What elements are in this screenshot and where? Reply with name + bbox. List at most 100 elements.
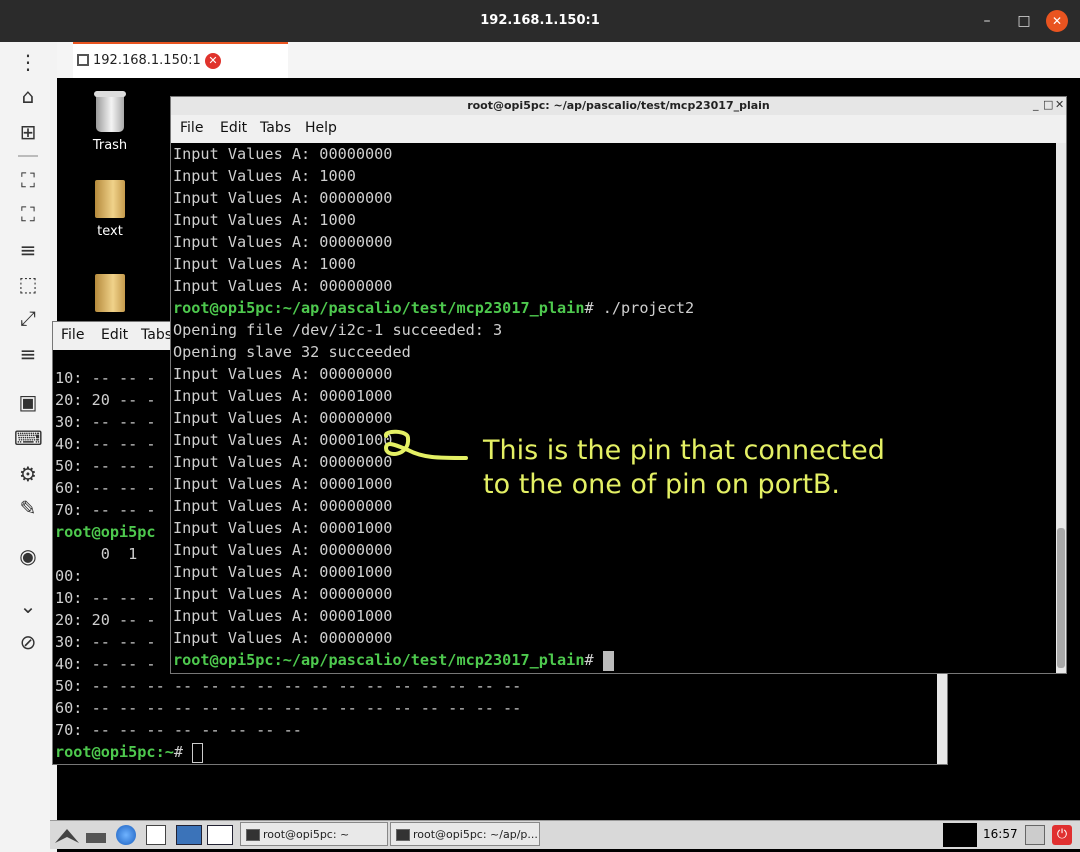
terminal-line: Input Values A: 1000 bbox=[173, 165, 356, 187]
close-icon[interactable]: ✕ bbox=[1055, 98, 1064, 111]
menu-tabs[interactable]: Tabs bbox=[260, 120, 291, 136]
terminal-prompt-line[interactable]: root@opi5pc:~# bbox=[55, 741, 204, 763]
terminal-line: 40: -- -- - bbox=[55, 433, 156, 455]
power-icon[interactable]: ⏻ bbox=[1052, 825, 1072, 845]
scale-icon[interactable]: ⤢ bbox=[14, 304, 42, 332]
keyboard-icon[interactable]: ⌨ bbox=[14, 424, 43, 452]
terminal-line: Input Values A: 1000 bbox=[173, 209, 356, 231]
menu-edit[interactable]: Edit bbox=[220, 120, 247, 136]
menu-edit[interactable]: Edit bbox=[101, 327, 128, 343]
taskbar-item-terminal[interactable]: root@opi5pc: ~ bbox=[240, 822, 388, 846]
terminal-line: Input Values A: 00000000 bbox=[173, 363, 392, 385]
workspace-icon[interactable] bbox=[176, 825, 202, 845]
prompt-text: root@opi5pc:~/ap/pascalio/test/mcp23017_… bbox=[173, 651, 585, 669]
prompt-suffix: # bbox=[584, 651, 603, 669]
line-text: Input Values A: 00000000 bbox=[173, 629, 393, 647]
home-icon[interactable]: ⌂ bbox=[14, 82, 42, 110]
prompt-text: root@opi5pc bbox=[55, 523, 156, 541]
resize-icon[interactable]: ⬚ bbox=[14, 270, 42, 298]
menu-help[interactable]: Help bbox=[305, 120, 337, 136]
terminal-line: Input Values A: 00001000 bbox=[173, 473, 392, 495]
line-text: Input Values A: 1000 bbox=[173, 167, 356, 185]
taskbar-item-terminal[interactable]: root@opi5pc: ~/ap/p... bbox=[390, 822, 540, 846]
terminal-window-front[interactable]: root@opi5pc: ~/ap/pascalio/test/mcp23017… bbox=[170, 96, 1067, 674]
terminal-line: Input Values A: 00000000 bbox=[173, 495, 392, 517]
minimize-icon[interactable]: _ bbox=[1033, 98, 1039, 111]
desktop-icon-label: Trash bbox=[92, 138, 128, 153]
line-text: 60: -- -- - bbox=[55, 479, 156, 497]
file-manager-icon[interactable] bbox=[146, 825, 166, 845]
terminal-line: Input Values A: 00001000 bbox=[173, 429, 392, 451]
collapse-icon[interactable]: ⌄ bbox=[14, 592, 42, 620]
terminal-line: 00: bbox=[55, 565, 82, 587]
tab-connection[interactable]: 192.168.1.150:1 ✕ bbox=[73, 42, 288, 78]
screenshot-icon[interactable]: ◉ bbox=[14, 542, 42, 570]
annotation-line: to the one of pin on portB. bbox=[483, 469, 841, 500]
close-tab-icon[interactable]: ✕ bbox=[205, 53, 221, 69]
lock-icon[interactable] bbox=[1025, 825, 1045, 845]
annotation-marker bbox=[383, 429, 468, 460]
windowed-icon[interactable]: ▣ bbox=[14, 388, 42, 416]
desktop-icon-text[interactable]: text bbox=[70, 180, 150, 239]
terminal-line: 60: -- -- -- -- -- -- -- -- -- -- -- -- … bbox=[55, 697, 521, 719]
terminal-line: 10: -- -- - bbox=[55, 587, 156, 609]
terminal-cursor bbox=[192, 742, 204, 763]
line-text: Input Values A: 00000000 bbox=[173, 585, 393, 603]
terminal-line: root@opi5pc bbox=[55, 521, 156, 543]
sidebar-divider bbox=[18, 155, 38, 157]
maximize-button[interactable]: □ bbox=[1014, 11, 1034, 31]
menu-tabs[interactable]: Tabs bbox=[141, 327, 172, 343]
prompt-suffix: # bbox=[173, 743, 193, 761]
menu-file[interactable]: File bbox=[180, 120, 203, 136]
line-text: 70: -- -- -- -- -- -- -- -- bbox=[55, 721, 302, 739]
terminal-line: 0 1 bbox=[55, 543, 138, 565]
line-text: Opening file /dev/i2c-1 succeeded: 3 bbox=[173, 321, 503, 339]
minimize-button[interactable]: – bbox=[977, 11, 997, 31]
disconnect-icon[interactable]: ⊘ bbox=[14, 628, 42, 656]
trash-icon bbox=[94, 91, 126, 132]
fit-window-icon[interactable]: ⛶ bbox=[14, 166, 42, 194]
window-title: 192.168.1.150:1 bbox=[480, 13, 600, 28]
line-text: Opening slave 32 succeeded bbox=[173, 343, 411, 361]
line-text: Input Values A: 00000000 bbox=[173, 453, 393, 471]
line-text: 60: -- -- -- -- -- -- -- -- -- -- -- -- … bbox=[55, 699, 522, 717]
close-window-button[interactable]: ✕ bbox=[1046, 10, 1068, 32]
fullscreen-icon[interactable]: ⛶ bbox=[14, 200, 42, 228]
tools-icon[interactable]: ✎ bbox=[14, 494, 42, 522]
taskbar: root@opi5pc: ~ root@opi5pc: ~/ap/p... 16… bbox=[50, 820, 1080, 849]
terminal-line: Input Values A: 00001000 bbox=[173, 605, 392, 627]
maximize-icon[interactable]: □ bbox=[1043, 98, 1053, 111]
scrollbar[interactable] bbox=[1056, 143, 1066, 673]
scrollbar-thumb[interactable] bbox=[1057, 528, 1065, 668]
desktop-icon-folder[interactable] bbox=[70, 274, 150, 318]
browser-icon[interactable] bbox=[116, 825, 136, 845]
line-text: 20: 20 -- - bbox=[55, 611, 156, 629]
desktop-icon-trash[interactable]: Trash bbox=[70, 90, 150, 153]
line-text: Input Values A: 00000000 bbox=[173, 365, 393, 383]
terminal-line: Input Values A: 00000000 bbox=[173, 539, 392, 561]
new-connection-icon[interactable]: ⊞ bbox=[14, 118, 42, 146]
terminal-line: Opening file /dev/i2c-1 succeeded: 3 bbox=[173, 319, 502, 341]
tab-label: 192.168.1.150:1 bbox=[93, 53, 201, 68]
workspace-icon[interactable] bbox=[207, 825, 233, 845]
terminal-line: 70: -- -- - bbox=[55, 499, 156, 521]
start-menu-icon[interactable] bbox=[54, 825, 80, 845]
more-icon[interactable]: ⋮ bbox=[14, 48, 42, 76]
menu-icon[interactable]: ≡ bbox=[14, 236, 42, 264]
terminal-line: 30: -- -- - bbox=[55, 411, 156, 433]
terminal-line: 20: 20 -- - bbox=[55, 609, 156, 631]
clock: 16:57 bbox=[983, 827, 1018, 841]
line-text: 70: -- -- - bbox=[55, 501, 156, 519]
folder-icon bbox=[95, 180, 125, 218]
show-desktop-icon[interactable] bbox=[86, 833, 106, 843]
menu-icon[interactable]: ≡ bbox=[14, 340, 42, 368]
menu-file[interactable]: File bbox=[61, 327, 84, 343]
terminal-line: Input Values A: 00000000 bbox=[173, 627, 392, 649]
line-text: Input Values A: 00001000 bbox=[173, 563, 393, 581]
line-text: 00: bbox=[55, 567, 83, 585]
line-text: Input Values A: 00000000 bbox=[173, 497, 393, 515]
line-text: 30: -- -- - bbox=[55, 633, 156, 651]
terminal-prompt-line[interactable]: root@opi5pc:~/ap/pascalio/test/mcp23017_… bbox=[173, 649, 614, 671]
tray-area bbox=[943, 823, 977, 847]
settings-icon[interactable]: ⚙ bbox=[14, 460, 42, 488]
